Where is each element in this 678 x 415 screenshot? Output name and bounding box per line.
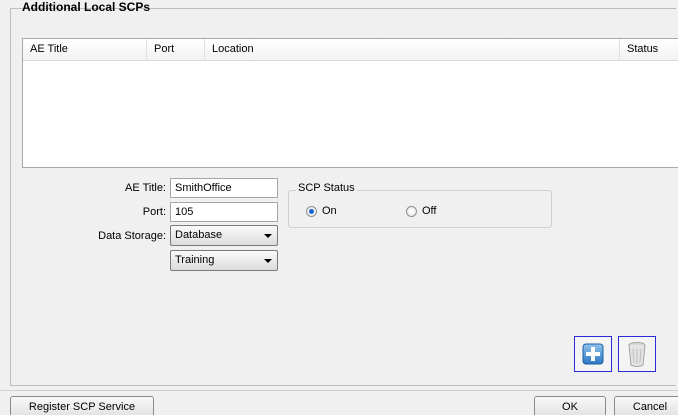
- ae-title-label: AE Title:: [125, 182, 166, 194]
- scp-status-title: SCP Status: [296, 182, 357, 194]
- trash-icon: [628, 342, 646, 367]
- chevron-down-icon: [264, 259, 272, 263]
- port-input[interactable]: 105: [170, 202, 278, 222]
- database-select-value: Training: [175, 254, 215, 266]
- delete-scp-button[interactable]: [618, 336, 656, 372]
- register-scp-service-button[interactable]: Register SCP Service: [10, 396, 154, 415]
- scp-table[interactable]: AE Title Port Location Status: [22, 38, 678, 168]
- scp-settings-dialog: Additional Local SCPs AE Title Port Loca…: [0, 0, 678, 415]
- column-header-status[interactable]: Status: [619, 39, 678, 60]
- cancel-button[interactable]: Cancel: [614, 396, 678, 415]
- data-storage-label: Data Storage:: [98, 230, 166, 242]
- add-scp-button[interactable]: [574, 336, 612, 372]
- column-header-location[interactable]: Location: [204, 39, 619, 60]
- database-select[interactable]: Training: [170, 250, 278, 271]
- plus-icon: [582, 343, 604, 365]
- status-off-radio[interactable]: [406, 206, 417, 217]
- port-label: Port:: [142, 206, 166, 218]
- column-header-port[interactable]: Port: [146, 39, 204, 60]
- ok-button[interactable]: OK: [534, 396, 606, 415]
- status-on-label[interactable]: On: [322, 205, 337, 217]
- status-on-radio[interactable]: [306, 206, 317, 217]
- data-storage-select-value: Database: [175, 229, 223, 241]
- data-storage-select[interactable]: Database: [170, 225, 278, 246]
- status-off-label[interactable]: Off: [422, 205, 436, 217]
- ae-title-input[interactable]: SmithOffice: [170, 178, 278, 198]
- chevron-down-icon: [264, 234, 272, 238]
- table-header: AE Title Port Location Status: [23, 39, 678, 61]
- column-header-ae-title[interactable]: AE Title: [23, 39, 146, 60]
- group-title: Additional Local SCPs: [22, 0, 151, 14]
- footer-divider: [0, 390, 678, 391]
